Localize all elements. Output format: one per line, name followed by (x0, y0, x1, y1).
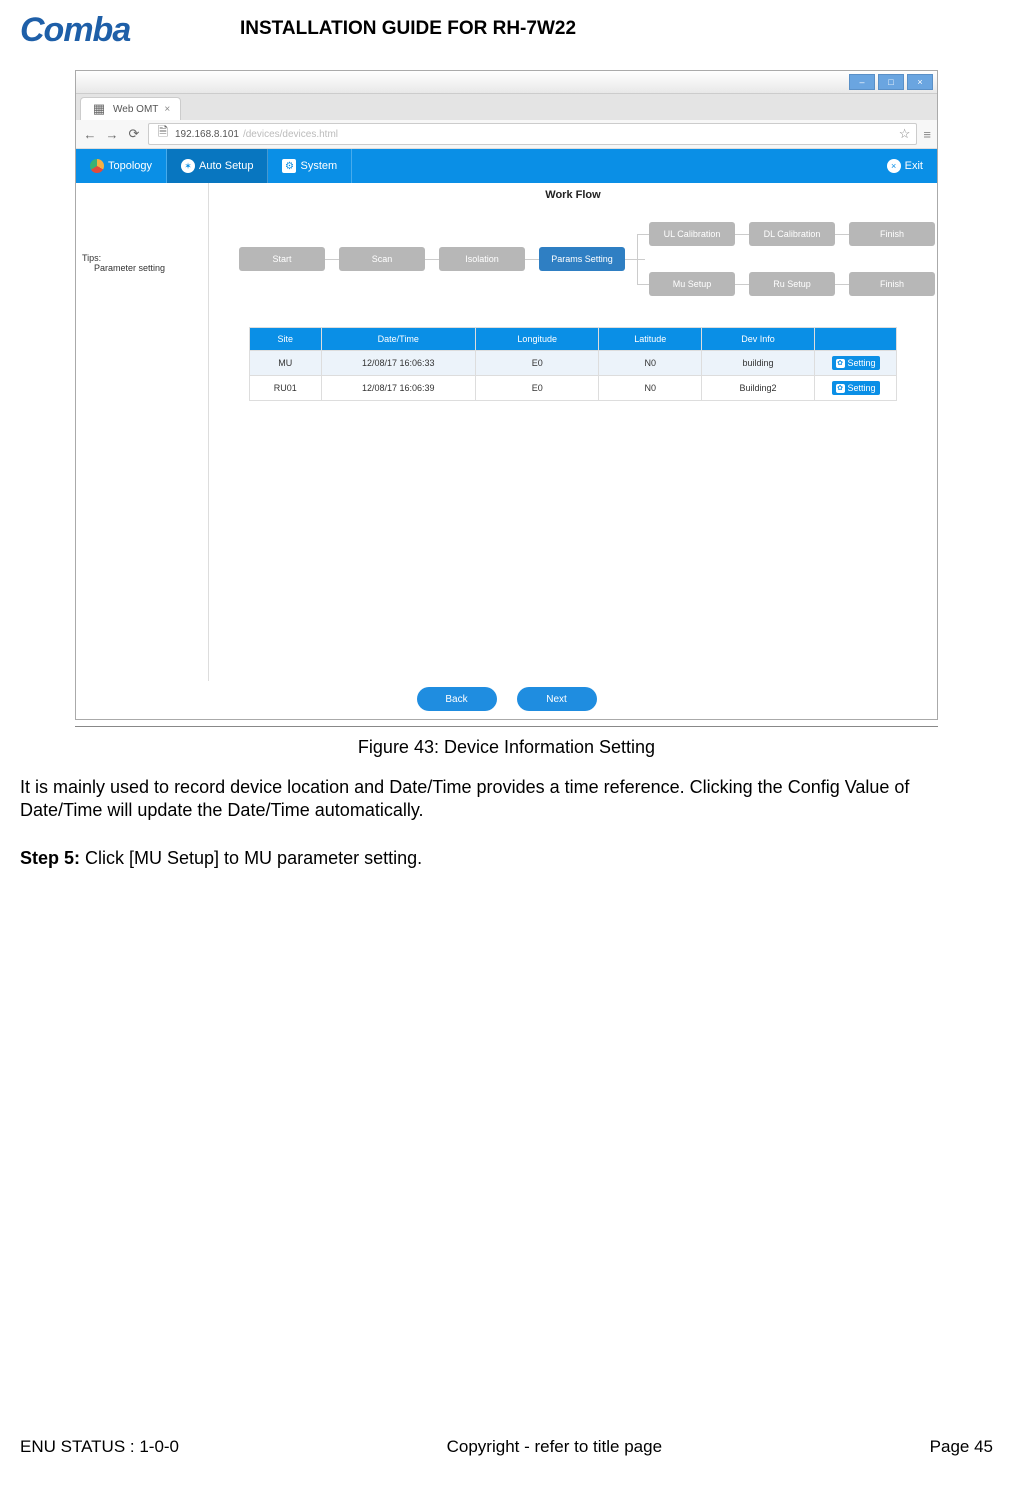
back-button[interactable]: Back (417, 687, 497, 711)
embedded-screenshot: – □ × ▦ Web OMT × ← → ⟳ 🗎 192.168.8.101/… (75, 70, 938, 720)
forward-icon[interactable]: → (104, 126, 120, 142)
bookmark-icon[interactable]: ☆ (899, 126, 911, 142)
gear-icon: ✿ (836, 384, 845, 393)
cell-date: 12/08/17 16:06:39 (321, 376, 475, 401)
wf-scan[interactable]: Scan (339, 247, 425, 271)
setting-button[interactable]: ✿Setting (832, 381, 880, 395)
figure-caption: Figure 43: Device Information Setting (20, 737, 993, 758)
window-minimize-icon[interactable]: – (849, 74, 875, 90)
window-close-icon[interactable]: × (907, 74, 933, 90)
menu-auto-setup[interactable]: ✶ Auto Setup (167, 149, 268, 183)
page-icon: ▦ (91, 101, 107, 117)
workflow-title: Work Flow (209, 189, 937, 201)
next-button[interactable]: Next (517, 687, 597, 711)
th-date: Date/Time (321, 328, 475, 351)
wf-finish-top[interactable]: Finish (849, 222, 935, 246)
menu-auto-setup-label: Auto Setup (199, 160, 253, 172)
step-text: Click [MU Setup] to MU parameter setting… (80, 848, 422, 868)
browser-tab[interactable]: ▦ Web OMT × (80, 97, 181, 120)
browser-toolbar: ← → ⟳ 🗎 192.168.8.101/devices/devices.ht… (76, 120, 937, 149)
topology-icon (90, 159, 104, 173)
setting-button[interactable]: ✿Setting (832, 356, 880, 370)
tab-title: Web OMT (113, 104, 158, 115)
wf-ru-setup[interactable]: Ru Setup (749, 272, 835, 296)
page-file-icon: 🗎 (155, 126, 171, 142)
th-longitude: Longitude (476, 328, 599, 351)
wf-start[interactable]: Start (239, 247, 325, 271)
footer-left: ENU STATUS : 1-0-0 (20, 1437, 179, 1457)
wf-mu-setup[interactable]: Mu Setup (649, 272, 735, 296)
exit-icon: × (887, 159, 901, 173)
cell-dev: building (702, 351, 815, 376)
window-titlebar: – □ × (76, 71, 937, 94)
back-icon[interactable]: ← (82, 126, 98, 142)
gear-icon: ✿ (836, 359, 845, 368)
url-path: /devices/devices.html (243, 129, 338, 140)
comba-logo: Comba (20, 10, 200, 50)
app-menubar: Topology ✶ Auto Setup ⚙ System × Exit (76, 149, 937, 183)
tips-label: Tips: (82, 253, 202, 263)
table-row: RU01 12/08/17 16:06:39 E0 N0 Building2 ✿… (250, 376, 897, 401)
cell-site: RU01 (250, 376, 322, 401)
auto-setup-icon: ✶ (181, 159, 195, 173)
wf-finish-bottom[interactable]: Finish (849, 272, 935, 296)
cell-dev: Building2 (702, 376, 815, 401)
wizard-nav: Back Next (76, 679, 937, 719)
table-row: MU 12/08/17 16:06:33 E0 N0 building ✿Set… (250, 351, 897, 376)
setting-label: Setting (848, 383, 876, 393)
tips-text: Parameter setting (82, 263, 202, 273)
step-label: Step 5: (20, 848, 80, 868)
cell-lat: N0 (599, 351, 702, 376)
tab-close-icon[interactable]: × (164, 104, 170, 115)
wf-dl-calibration[interactable]: DL Calibration (749, 222, 835, 246)
url-host: 192.168.8.101 (175, 129, 239, 140)
doc-title: INSTALLATION GUIDE FOR RH-7W22 (240, 18, 576, 40)
wf-isolation[interactable]: Isolation (439, 247, 525, 271)
th-dev-info: Dev Info (702, 328, 815, 351)
footer-mid: Copyright - refer to title page (447, 1437, 662, 1457)
workflow-diagram: Start Scan Isolation Params Setting UL C… (219, 207, 927, 317)
cell-lon: E0 (476, 351, 599, 376)
browser-tab-strip: ▦ Web OMT × (76, 94, 937, 120)
window-maximize-icon[interactable]: □ (878, 74, 904, 90)
menu-system[interactable]: ⚙ System (268, 149, 352, 183)
th-latitude: Latitude (599, 328, 702, 351)
menu-exit-label: Exit (905, 160, 923, 172)
wf-params-setting[interactable]: Params Setting (539, 247, 625, 271)
device-table: Site Date/Time Longitude Latitude Dev In… (249, 327, 897, 401)
footer-right: Page 45 (930, 1437, 993, 1457)
th-actions (815, 328, 897, 351)
cell-date: 12/08/17 16:06:33 (321, 351, 475, 376)
cell-lon: E0 (476, 376, 599, 401)
menu-topology[interactable]: Topology (76, 149, 167, 183)
cell-lat: N0 (599, 376, 702, 401)
main-area: Work Flow Start Scan Is (208, 183, 937, 681)
description-paragraph: It is mainly used to record device locat… (20, 776, 993, 821)
menu-system-label: System (300, 160, 337, 172)
address-bar[interactable]: 🗎 192.168.8.101/devices/devices.html ☆ (148, 123, 917, 145)
reload-icon[interactable]: ⟳ (126, 126, 142, 142)
tips-panel: Tips: Parameter setting (76, 183, 208, 681)
wf-ul-calibration[interactable]: UL Calibration (649, 222, 735, 246)
th-site: Site (250, 328, 322, 351)
setting-label: Setting (848, 358, 876, 368)
menu-exit[interactable]: × Exit (873, 159, 937, 173)
system-icon: ⚙ (282, 159, 296, 173)
browser-menu-icon[interactable]: ≡ (923, 127, 931, 142)
cell-site: MU (250, 351, 322, 376)
page-footer: ENU STATUS : 1-0-0 Copyright - refer to … (20, 1437, 993, 1457)
menu-topology-label: Topology (108, 160, 152, 172)
step-paragraph: Step 5: Click [MU Setup] to MU parameter… (20, 847, 993, 870)
